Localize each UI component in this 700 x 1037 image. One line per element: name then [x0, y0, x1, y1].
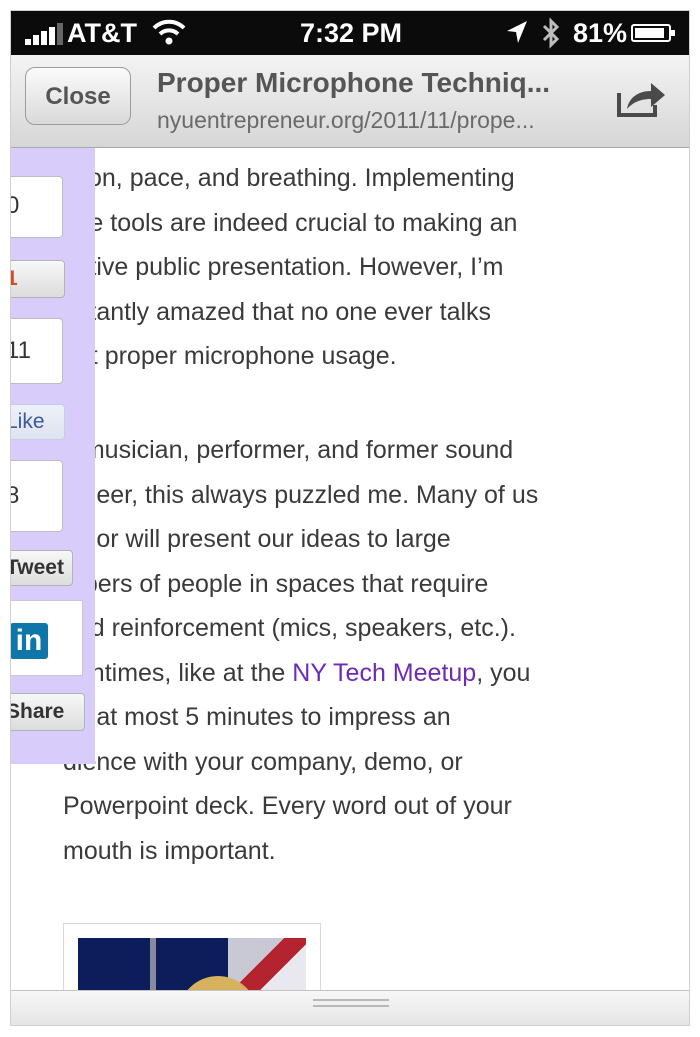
ny-tech-meetup-link[interactable]: NY Tech Meetup [292, 659, 476, 687]
text-fragment: ftentimes, like at the [63, 658, 293, 687]
tweet-count: 8 [11, 460, 63, 532]
browser-window: AT&T 7:32 PM 81% Close Proper Microphone… [10, 10, 690, 1026]
battery-percent: 81% [573, 18, 628, 48]
toolbar-grab-handle[interactable] [11, 990, 689, 1025]
text-line: ftentimes, like at the NY Tech Meetup, y… [63, 651, 673, 696]
text-line: ective public presentation. However, I’m [63, 253, 504, 281]
article-image [63, 923, 321, 990]
linkedin-share-button[interactable]: Share [11, 693, 85, 731]
page-url: nyuentrepreneur.org/2011/11/prope... [157, 107, 535, 133]
text-line: mbers of people in spaces that require [63, 569, 489, 598]
text-fragment: , you [476, 658, 531, 687]
facebook-like-button[interactable]: Like [11, 404, 65, 440]
share-count: 0 [11, 176, 63, 238]
text-line: ction, pace, and breathing. Implementing [63, 164, 515, 192]
article-paragraph-1: ction, pace, and breathing. Implementing… [63, 156, 673, 379]
location-arrow-icon [505, 19, 529, 52]
text-line: a musician, performer, and former sound [63, 436, 514, 464]
linkedin-widget[interactable]: in [11, 600, 83, 676]
social-share-sidebar: 0 1 11 Like 8 Tweet in Share [11, 148, 95, 764]
bluetooth-icon [541, 17, 561, 56]
navigation-bar: Close Proper Microphone Techniq... nyuen… [11, 55, 689, 148]
text-line: nstantly amazed that no one ever talks [63, 297, 492, 326]
text-line: und reinforcement (mics, speakers, etc.)… [63, 614, 516, 642]
text-line: out proper microphone usage. [63, 342, 397, 370]
text-line: mouth is important. [63, 836, 276, 865]
google-plus-button[interactable]: 1 [11, 260, 65, 298]
grip-line [313, 999, 389, 1001]
text-line: ose tools are indeed crucial to making a… [63, 208, 518, 237]
share-action-icon[interactable] [615, 79, 667, 119]
text-line: ve or will present our ideas to large [63, 525, 451, 553]
linkedin-logo-icon: in [11, 623, 48, 659]
article-content: ction, pace, and breathing. Implementing… [11, 148, 689, 990]
page-title: Proper Microphone Techniq... [157, 67, 551, 98]
text-line: gineer, this always puzzled me. Many of … [63, 480, 539, 509]
text-line: ve at most 5 minutes to impress an [63, 703, 451, 731]
grip-line [313, 1005, 389, 1007]
close-button[interactable]: Close [25, 67, 131, 125]
status-bar: AT&T 7:32 PM 81% [11, 11, 689, 56]
plus-count: 11 [11, 318, 63, 384]
photo [78, 938, 306, 990]
article-paragraph-2: a musician, performer, and former sound … [63, 428, 673, 873]
text-line: Powerpoint deck. Every word out of your [63, 792, 512, 820]
tweet-button[interactable]: Tweet [11, 550, 73, 586]
battery-icon [631, 24, 675, 42]
text-line: dience with your company, demo, or [63, 747, 463, 776]
